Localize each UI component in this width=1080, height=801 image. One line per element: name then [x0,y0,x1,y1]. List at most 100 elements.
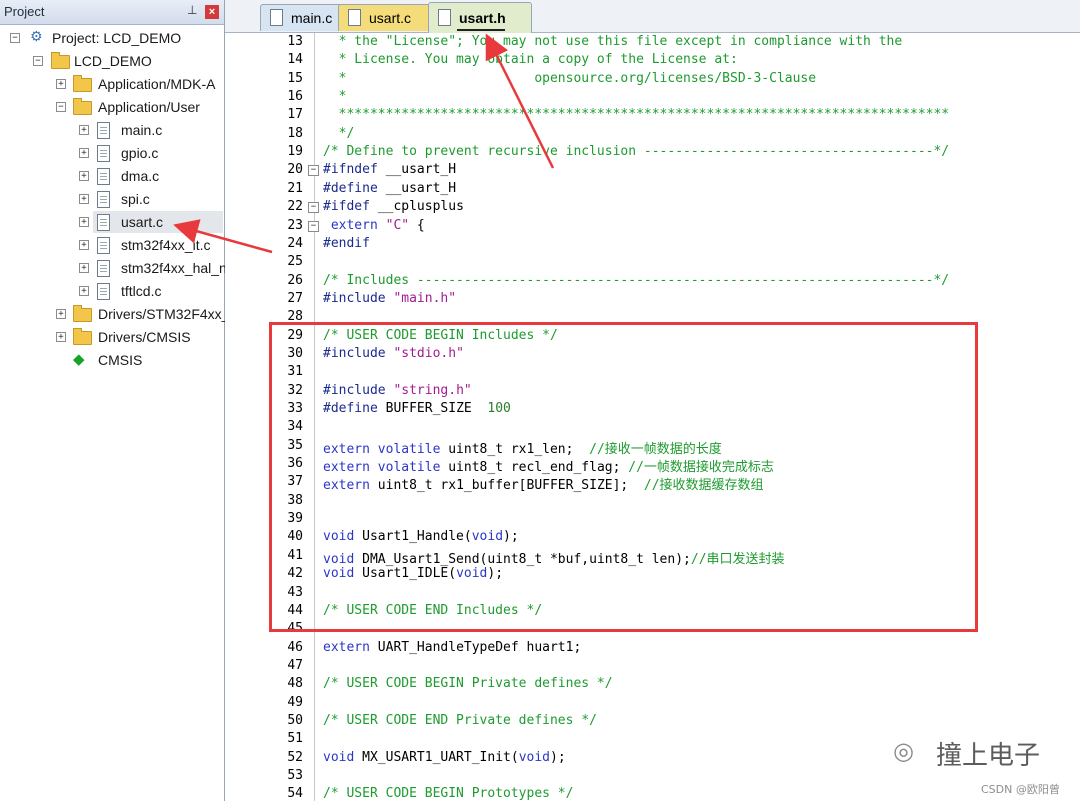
expand-icon[interactable]: + [79,263,89,273]
file-icon [97,283,110,300]
code-line: /* USER CODE END Private defines */ [323,713,597,728]
code-token: * the "License"; You may not use this fi… [323,34,903,49]
code-token: __usart_H [385,162,457,178]
collapse-icon[interactable]: − [56,102,66,112]
tree-item[interactable]: + stm32f4xx_hal_n [0,257,227,279]
tree-item-label: Application/User [98,99,200,115]
code-token: MX_USART1_UART_Init( [362,749,519,765]
expand-icon[interactable]: + [79,240,89,250]
code-token: #ifdef [323,199,378,215]
tree-item[interactable]: + dma.c [0,165,224,187]
tree-item[interactable]: ◆ CMSIS [0,349,224,371]
file-icon [97,145,110,162]
code-token: ); [550,749,566,765]
tree-item[interactable]: + Drivers/STM32F4xx_ [0,303,229,325]
line-number: 20 [287,162,303,178]
code-line: * License. You may obtain a copy of the … [323,52,738,67]
line-number: 18 [287,125,303,141]
file-icon [270,9,283,26]
fold-icon[interactable]: − [308,165,319,177]
code-token: void [518,749,550,765]
code-token: ****************************************… [323,107,950,123]
tab-label: usart.c [369,10,412,26]
line-number: 21 [287,180,303,196]
tree-item[interactable]: + spi.c [0,188,224,210]
fold-icon[interactable]: − [308,220,319,232]
expand-icon[interactable]: + [79,217,89,227]
pin-icon[interactable]: ⊥ [187,3,199,19]
tree-item-label: LCD_DEMO [74,53,152,69]
tree-item-label: Drivers/CMSIS [98,329,191,345]
watermark: ◎ 撞上电子 [893,733,1053,773]
code-line: #ifndef __usart_H [323,162,456,177]
tree-item-label: stm32f4xx_hal_n [121,260,227,276]
line-number: 24 [287,235,303,251]
line-number: 14 [287,52,303,68]
folder-icon [73,328,92,345]
code-line: */ [323,126,355,141]
tree-item-label: CMSIS [98,352,143,368]
file-icon [97,260,110,277]
tree-item-label: Application/MDK-A [98,76,216,92]
line-number: 23 [287,217,303,233]
expand-icon[interactable]: + [56,79,66,89]
code-token: UART_HandleTypeDef huart1; [377,639,582,655]
highlight-box [269,322,978,632]
expand-icon[interactable]: + [79,286,89,296]
file-icon [348,9,361,26]
code-token: "C" [385,217,410,233]
tree-item[interactable]: + Application/MDK-A [0,73,224,95]
tree-item[interactable]: − LCD_DEMO [0,50,224,72]
file-icon [97,214,110,231]
tree-item[interactable]: + Drivers/CMSIS [0,326,224,348]
code-line: #ifdef __cplusplus [323,199,464,214]
code-token: * [323,89,347,105]
expand-icon[interactable]: + [79,148,89,158]
expand-icon[interactable]: + [56,309,66,319]
file-icon [97,122,110,139]
code-line: /* USER CODE BEGIN Private defines */ [323,676,613,691]
collapse-icon[interactable]: − [33,56,43,66]
tree-item-label: spi.c [121,191,150,207]
code-token: extern [323,217,386,233]
code-token: #endif [323,235,370,251]
expand-icon[interactable]: + [56,332,66,342]
collapse-icon[interactable]: − [10,33,20,43]
tree-item-label: main.c [121,122,163,138]
line-number: 51 [287,731,303,747]
line-number: 16 [287,89,303,105]
line-number: 54 [287,786,303,801]
folder-icon [51,52,70,69]
tab-usart-h[interactable]: usart.h [428,2,532,33]
line-number: 15 [287,70,303,86]
expand-icon[interactable]: + [79,194,89,204]
tab-label: usart.h [459,10,506,26]
line-number: 22 [287,199,303,215]
code-line: #include "main.h" [323,291,456,306]
code-line: extern "C" { [323,218,425,233]
tree-item[interactable]: + stm32f4xx_it.c [0,234,224,256]
close-icon[interactable]: × [205,5,219,19]
line-number: 27 [287,290,303,306]
fold-icon[interactable]: − [308,202,319,214]
code-token: #define [323,180,386,196]
expand-icon[interactable]: + [79,171,89,181]
tree-item[interactable]: − ⚙ Project: LCD_DEMO [0,27,224,49]
line-number: 17 [287,107,303,123]
tree-item[interactable]: + gpio.c [0,142,224,164]
tree-item[interactable]: + usart.c [79,211,223,233]
tree-item[interactable]: + tftlcd.c [0,280,224,302]
code-token: #ifndef [323,162,386,178]
tree-item-label: gpio.c [121,145,159,161]
code-line: * [323,89,347,105]
tree-item[interactable]: − Application/User [0,96,224,118]
code-token: "main.h" [393,290,457,306]
tree-item-label: Project: LCD_DEMO [52,30,182,46]
code-line: #define __usart_H [323,181,456,196]
panel-header: Project ⊥ × [0,0,224,25]
tree-item[interactable]: + main.c [0,119,224,141]
code-token: __usart_H [385,180,457,196]
expand-icon[interactable]: + [79,125,89,135]
code-token: /* USER CODE BEGIN Private defines */ [323,676,613,692]
tab-usart-c[interactable]: usart.c [338,4,430,31]
